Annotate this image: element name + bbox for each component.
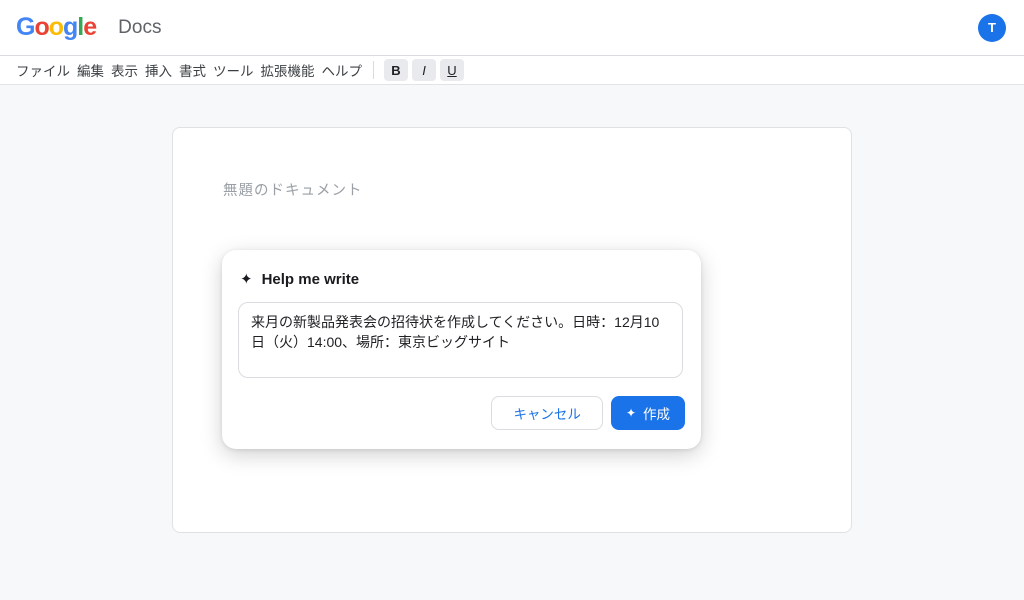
toolbar-divider — [373, 61, 374, 79]
logo-letter: g — [63, 13, 77, 41]
dialog-actions: キャンセル ✦ 作成 — [491, 396, 685, 430]
bold-button[interactable]: B — [384, 59, 408, 81]
logo-letter: e — [83, 13, 96, 41]
menu-item-file[interactable]: ファイル — [16, 60, 70, 80]
menu-item-tools[interactable]: ツール — [213, 60, 254, 80]
menu-item-view[interactable]: 表示 — [111, 60, 138, 80]
menu-item-insert[interactable]: 挿入 — [145, 60, 172, 80]
logo-letter: G — [16, 13, 34, 41]
prompt-input[interactable]: 来月の新製品発表会の招待状を作成してください。日時：12月10日（火）14:00… — [238, 302, 683, 378]
menu-item-extensions[interactable]: 拡張機能 — [261, 60, 315, 80]
menu-item-help[interactable]: ヘルプ — [322, 60, 363, 80]
logo-letter: o — [34, 13, 48, 41]
create-button-label: 作成 — [643, 403, 670, 423]
sparkle-icon: ✦ — [240, 272, 253, 287]
dialog-header: ✦ Help me write — [240, 271, 359, 288]
user-avatar[interactable]: T — [978, 14, 1006, 42]
menu-bar: ファイル 編集 表示 挿入 書式 ツール 拡張機能 ヘルプ B I U — [0, 56, 1024, 85]
logo-letter: o — [49, 13, 63, 41]
document-title-placeholder: 無題のドキュメント — [223, 179, 363, 200]
help-me-write-dialog: ✦ Help me write 来月の新製品発表会の招待状を作成してください。日… — [222, 250, 701, 449]
google-logo[interactable]: Google — [16, 15, 96, 40]
underline-button[interactable]: U — [440, 59, 464, 81]
italic-button[interactable]: I — [412, 59, 436, 81]
menu-item-edit[interactable]: 編集 — [77, 60, 104, 80]
create-button[interactable]: ✦ 作成 — [611, 396, 685, 430]
dialog-title: Help me write — [262, 271, 360, 288]
app-header: Google Docs T — [0, 0, 1024, 56]
app-title: Docs — [118, 17, 161, 39]
sparkle-icon: ✦ — [626, 407, 636, 419]
cancel-button[interactable]: キャンセル — [491, 396, 603, 430]
menu-item-format[interactable]: 書式 — [179, 60, 206, 80]
